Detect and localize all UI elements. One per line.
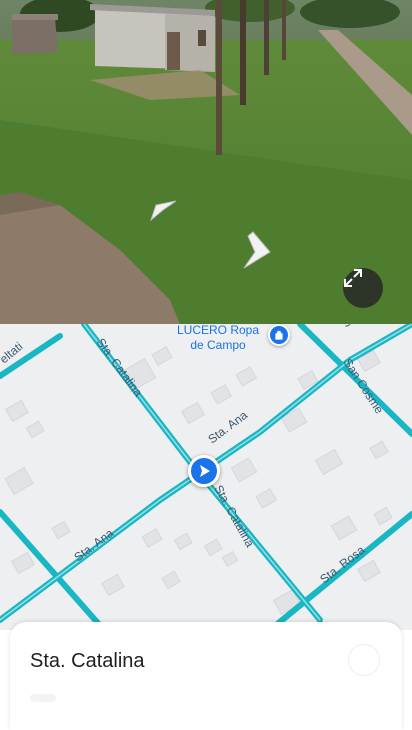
street-label-ana-west: Sta. Ana bbox=[71, 526, 116, 565]
sheet-action-button[interactable] bbox=[348, 644, 380, 676]
street-label-top-edge: S bbox=[339, 324, 354, 330]
expand-button[interactable] bbox=[343, 268, 383, 308]
expand-icon bbox=[344, 269, 362, 287]
place-title: Sta. Catalina bbox=[30, 650, 145, 672]
sheet-subtitle-placeholder bbox=[30, 694, 56, 702]
place-info-sheet[interactable]: Sta. Catalina bbox=[10, 622, 402, 730]
user-location-marker[interactable] bbox=[188, 455, 220, 487]
street-label-catalina-south: Sta. Catalina bbox=[211, 483, 257, 550]
poi-label[interactable]: LUCERO Ropa de Campo bbox=[168, 323, 268, 353]
street-view-panorama[interactable] bbox=[0, 0, 412, 324]
poi-name-line2: de Campo bbox=[190, 338, 246, 352]
poi-pin[interactable] bbox=[268, 324, 290, 346]
poi-name-line1: LUCERO Ropa bbox=[176, 323, 260, 337]
shopping-bag-icon bbox=[275, 330, 283, 340]
street-label-rosa: Sta. Rosa bbox=[317, 543, 367, 587]
navigation-arrow-icon bbox=[200, 465, 210, 477]
